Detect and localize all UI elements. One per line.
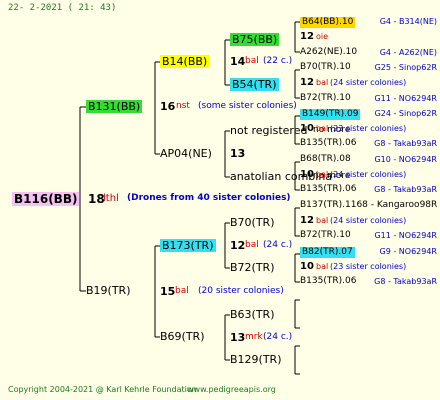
- gen5-ref: G8 - Takab93aR: [374, 139, 437, 148]
- queen-b75[interactable]: B75(BB): [230, 33, 280, 46]
- gen5-note: (23 sister colonies): [330, 124, 407, 133]
- gen5-gen: 10: [300, 261, 314, 272]
- gen5-gen: 12: [300, 31, 314, 42]
- queen-root[interactable]: B116(BB): [12, 192, 80, 206]
- b19-note: (20 sister colonies): [198, 286, 284, 296]
- gen5-note: (24 sister colonies): [330, 170, 407, 179]
- queen-b14[interactable]: B14(BB): [160, 55, 210, 68]
- root-note: (Drones from 40 sister colonies): [127, 193, 291, 203]
- footer-url[interactable]: www.pedigreeapis.org: [187, 386, 276, 394]
- gen5-note: (24 sister colonies): [330, 216, 407, 225]
- b131-gen: 16: [160, 100, 176, 113]
- gen5-mark: bal: [316, 262, 329, 271]
- gen5-ref: G9 - NO6294R: [379, 247, 437, 256]
- gen5-note: (23 sister colonies): [330, 262, 407, 271]
- b14-note: (22 c.): [263, 56, 293, 66]
- b131-note: (some sister colonies): [198, 101, 297, 111]
- queen-b173[interactable]: B173(TR): [160, 239, 216, 252]
- queen-b72[interactable]: B72(TR): [230, 262, 275, 273]
- gen5-name[interactable]: B72(TR).10: [300, 94, 351, 103]
- gen5-ref: G11 - NO6294R: [374, 231, 437, 240]
- date-header: 22- 2-2021 ( 21: 43): [8, 3, 117, 13]
- gen5-name[interactable]: B135(TR).06: [300, 277, 356, 286]
- queen-b129[interactable]: B129(TR): [230, 354, 282, 365]
- gen5-name[interactable]: A262(NE).10: [300, 48, 357, 57]
- gen5-name[interactable]: B82(TR).07: [300, 247, 355, 258]
- gen5-ref: G8 - Takab93aR: [374, 277, 437, 286]
- b173-gen: 12: [230, 239, 246, 252]
- gen5-name[interactable]: B135(TR).06: [300, 185, 356, 194]
- gen5-name[interactable]: B149(TR).09: [300, 109, 361, 120]
- gen5-gen: 10: [300, 123, 314, 134]
- gen5-ref: G11 - NO6294R: [374, 94, 437, 103]
- queen-b69[interactable]: B69(TR): [160, 331, 205, 342]
- root-mark: lthl: [103, 193, 119, 204]
- gen5-mark: bal: [316, 216, 329, 225]
- queen-b63[interactable]: B63(TR): [230, 309, 275, 320]
- gen5-name[interactable]: B72(TR).10: [300, 231, 351, 240]
- gen5-name[interactable]: B70(TR).10: [300, 63, 351, 72]
- gen5-ref: G24 - Sinop62R: [374, 109, 437, 118]
- gen5-gen: 12: [300, 77, 314, 88]
- gen5-name[interactable]: B137(TR).1168 - Kangaroo98R: [300, 201, 437, 210]
- gen5-mark: oie: [316, 32, 329, 41]
- b19-mark: bal: [175, 286, 189, 296]
- gen5-mark: bal: [316, 78, 329, 87]
- gen5-ref: G25 - Sinop62R: [374, 63, 437, 72]
- b69-note: (24 c.): [263, 332, 293, 342]
- gen5-gen: 10: [300, 169, 314, 180]
- queen-b19[interactable]: B19(TR): [86, 285, 131, 296]
- ap04-gen: 13: [230, 147, 246, 160]
- queen-ap04[interactable]: AP04(NE): [160, 148, 212, 159]
- gen5-ref: G4 - B314(NE): [379, 17, 437, 26]
- gen5-gen: 12: [300, 215, 314, 226]
- queen-b131[interactable]: B131(BB): [86, 100, 143, 113]
- gen5-name[interactable]: B64(BB).10: [300, 17, 356, 28]
- b173-mark: bal: [245, 240, 259, 250]
- b131-mark: nst: [176, 101, 190, 111]
- b69-mark: mrk: [245, 332, 263, 342]
- gen5-mark: bal: [316, 124, 329, 133]
- gen5-ref: G8 - Takab93aR: [374, 185, 437, 194]
- b69-gen: 13: [230, 331, 246, 344]
- b14-mark: bal: [245, 56, 259, 66]
- gen5-ref: G10 - NO6294R: [374, 155, 437, 164]
- gen5-name[interactable]: B135(TR).06: [300, 139, 356, 148]
- b173-note: (24 c.): [263, 240, 293, 250]
- gen5-mark: bal: [316, 170, 329, 179]
- b19-gen: 15: [160, 285, 176, 298]
- b14-gen: 14: [230, 55, 246, 68]
- gen5-ref: G4 - A262(NE): [379, 48, 437, 57]
- gen5-name[interactable]: B68(TR).08: [300, 155, 351, 164]
- footer-copyright: Copyright 2004-2021 @ Karl Kehrle Founda…: [8, 385, 197, 394]
- queen-b54[interactable]: B54(TR): [230, 78, 279, 91]
- queen-b70[interactable]: B70(TR): [230, 217, 275, 228]
- gen5-note: (24 sister colonies): [330, 78, 407, 87]
- queen-not-registered[interactable]: not registered: [230, 125, 307, 136]
